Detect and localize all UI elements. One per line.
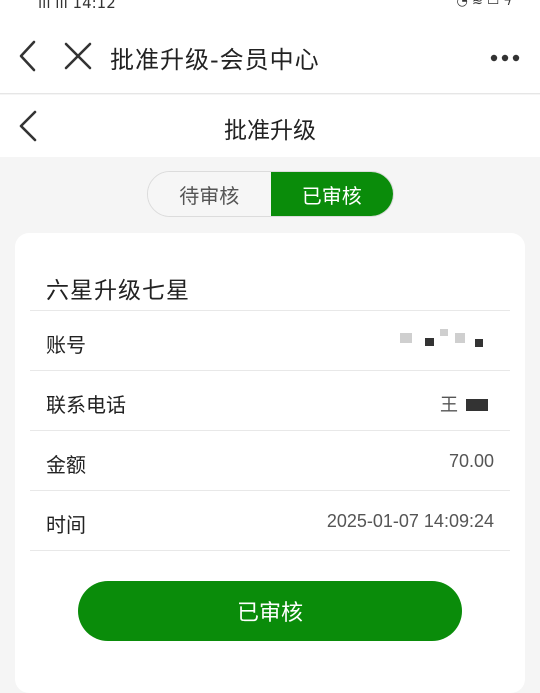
window-title: 批准升级-会员中心	[110, 46, 320, 74]
page-header: 批准升级	[0, 95, 540, 157]
page-title: 批准升级	[224, 118, 316, 144]
row-time: 时间 2025-01-07 14:09:24	[30, 490, 510, 550]
row-label: 时间	[46, 513, 86, 537]
redaction-mark	[455, 333, 465, 343]
time-value: 2025-01-07 14:09:24	[326, 511, 494, 531]
row-amount: 金额 70.00	[30, 430, 510, 490]
approved-button[interactable]: 已审核	[78, 581, 462, 641]
more-icon[interactable]	[490, 54, 520, 62]
status-tabs: 待审核 已审核	[147, 171, 394, 217]
redaction-mark	[440, 329, 448, 336]
top-navbar: 批准升级-会员中心	[0, 14, 540, 94]
row-label: 账号	[46, 333, 86, 357]
amount-value: 70.00	[448, 451, 494, 471]
redaction-mark	[425, 338, 434, 346]
tab-approved[interactable]: 已审核	[270, 172, 393, 216]
divider	[30, 550, 510, 551]
redaction-mark	[400, 333, 412, 343]
row-label: 联系电话	[46, 393, 126, 417]
row-account: 账号	[30, 310, 510, 370]
upgrade-card: 六星升级七星 账号 联系电话 王 金额 70.00 时间 2025-01-07 …	[15, 233, 525, 693]
row-phone: 联系电话 王	[30, 370, 510, 430]
phone-value: 王	[440, 395, 458, 415]
status-time: ııl ııl 14:12	[38, 0, 116, 12]
status-bar: ııl ııl 14:12 ◔ ≋ ▭ ϟ	[0, 0, 540, 14]
redaction-mark	[475, 339, 483, 347]
redaction-mark	[466, 399, 488, 411]
card-title: 六星升级七星	[46, 278, 190, 304]
back-icon[interactable]	[14, 38, 44, 74]
status-icons: ◔ ≋ ▭ ϟ	[456, 0, 513, 9]
tab-pending[interactable]: 待审核	[148, 172, 271, 216]
close-icon[interactable]	[60, 38, 96, 74]
row-label: 金额	[46, 453, 86, 477]
